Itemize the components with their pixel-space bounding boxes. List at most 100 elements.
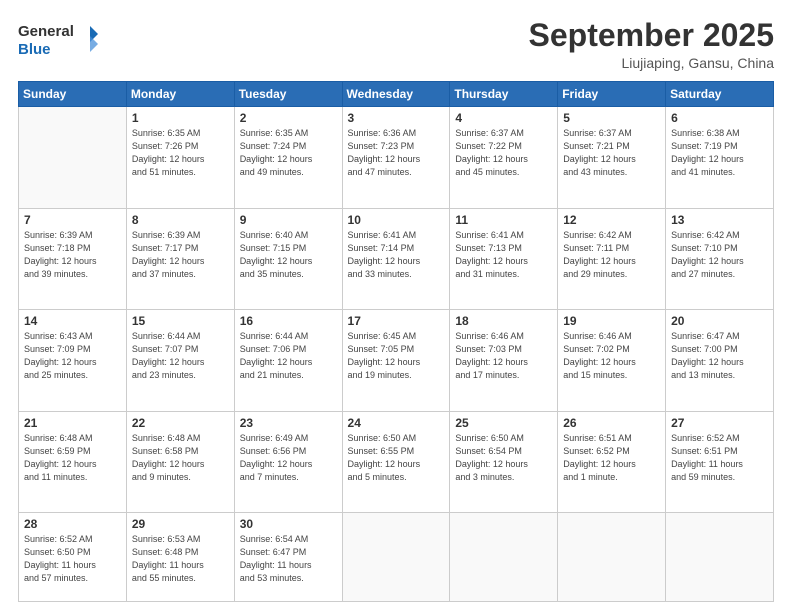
- calendar-cell: 1 Sunrise: 6:35 AMSunset: 7:26 PMDaylight…: [126, 107, 234, 208]
- page: General Blue September 2025 Liujiaping, …: [0, 0, 792, 612]
- day-info: Sunrise: 6:52 AMSunset: 6:51 PMDaylight:…: [671, 432, 768, 484]
- day-number: 6: [671, 111, 768, 125]
- day-number: 30: [240, 517, 337, 531]
- day-info: Sunrise: 6:35 AMSunset: 7:24 PMDaylight:…: [240, 127, 337, 179]
- calendar-cell: 16 Sunrise: 6:44 AMSunset: 7:06 PMDayligh…: [234, 310, 342, 411]
- calendar-day-header: Tuesday: [234, 82, 342, 107]
- day-info: Sunrise: 6:35 AMSunset: 7:26 PMDaylight:…: [132, 127, 229, 179]
- calendar-day-header: Sunday: [19, 82, 127, 107]
- day-info: Sunrise: 6:50 AMSunset: 6:55 PMDaylight:…: [348, 432, 445, 484]
- day-number: 21: [24, 416, 121, 430]
- calendar-cell: [558, 513, 666, 602]
- day-number: 2: [240, 111, 337, 125]
- day-number: 29: [132, 517, 229, 531]
- day-info: Sunrise: 6:42 AMSunset: 7:10 PMDaylight:…: [671, 229, 768, 281]
- svg-text:General: General: [18, 23, 74, 40]
- day-info: Sunrise: 6:41 AMSunset: 7:13 PMDaylight:…: [455, 229, 552, 281]
- calendar-week-row: 14Sunrise: 6:43 AMSunset: 7:09 PMDayligh…: [19, 310, 774, 411]
- calendar-cell: 6 Sunrise: 6:38 AMSunset: 7:19 PMDaylight…: [666, 107, 774, 208]
- day-number: 7: [24, 213, 121, 227]
- month-title: September 2025: [529, 18, 774, 53]
- calendar-week-row: 7 Sunrise: 6:39 AMSunset: 7:18 PMDaylight…: [19, 208, 774, 309]
- calendar-cell: [19, 107, 127, 208]
- calendar-cell: 15 Sunrise: 6:44 AMSunset: 7:07 PMDayligh…: [126, 310, 234, 411]
- day-info: Sunrise: 6:49 AMSunset: 6:56 PMDaylight:…: [240, 432, 337, 484]
- day-number: 26: [563, 416, 660, 430]
- day-info: Sunrise: 6:38 AMSunset: 7:19 PMDaylight:…: [671, 127, 768, 179]
- logo: General Blue: [18, 18, 98, 62]
- calendar-cell: 10 Sunrise: 6:41 AMSunset: 7:14 PMDayligh…: [342, 208, 450, 309]
- day-info: Sunrise: 6:50 AMSunset: 6:54 PMDaylight:…: [455, 432, 552, 484]
- calendar-cell: 27 Sunrise: 6:52 AMSunset: 6:51 PMDayligh…: [666, 411, 774, 512]
- calendar-table: SundayMondayTuesdayWednesdayThursdayFrid…: [18, 81, 774, 602]
- calendar-day-header: Thursday: [450, 82, 558, 107]
- calendar-week-row: 21 Sunrise: 6:48 AMSunset: 6:59 PMDayligh…: [19, 411, 774, 512]
- header: General Blue September 2025 Liujiaping, …: [18, 18, 774, 71]
- day-number: 13: [671, 213, 768, 227]
- day-number: 25: [455, 416, 552, 430]
- calendar-cell: 19Sunrise: 6:46 AMSunset: 7:02 PMDayligh…: [558, 310, 666, 411]
- calendar-week-row: 28Sunrise: 6:52 AMSunset: 6:50 PMDayligh…: [19, 513, 774, 602]
- calendar-cell: 2 Sunrise: 6:35 AMSunset: 7:24 PMDaylight…: [234, 107, 342, 208]
- day-info: Sunrise: 6:48 AMSunset: 6:59 PMDaylight:…: [24, 432, 121, 484]
- day-info: Sunrise: 6:37 AMSunset: 7:21 PMDaylight:…: [563, 127, 660, 179]
- day-info: Sunrise: 6:45 AMSunset: 7:05 PMDaylight:…: [348, 330, 445, 382]
- day-number: 23: [240, 416, 337, 430]
- day-info: Sunrise: 6:52 AMSunset: 6:50 PMDaylight:…: [24, 533, 121, 585]
- calendar-cell: 7 Sunrise: 6:39 AMSunset: 7:18 PMDaylight…: [19, 208, 127, 309]
- day-info: Sunrise: 6:51 AMSunset: 6:52 PMDaylight:…: [563, 432, 660, 484]
- day-info: Sunrise: 6:53 AMSunset: 6:48 PMDaylight:…: [132, 533, 229, 585]
- calendar-cell: 8 Sunrise: 6:39 AMSunset: 7:17 PMDaylight…: [126, 208, 234, 309]
- day-number: 4: [455, 111, 552, 125]
- title-block: September 2025 Liujiaping, Gansu, China: [529, 18, 774, 71]
- calendar-cell: 25 Sunrise: 6:50 AMSunset: 6:54 PMDayligh…: [450, 411, 558, 512]
- day-info: Sunrise: 6:36 AMSunset: 7:23 PMDaylight:…: [348, 127, 445, 179]
- calendar-cell: 20Sunrise: 6:47 AMSunset: 7:00 PMDayligh…: [666, 310, 774, 411]
- day-info: Sunrise: 6:39 AMSunset: 7:18 PMDaylight:…: [24, 229, 121, 281]
- calendar-cell: [666, 513, 774, 602]
- day-info: Sunrise: 6:39 AMSunset: 7:17 PMDaylight:…: [132, 229, 229, 281]
- calendar-cell: 28Sunrise: 6:52 AMSunset: 6:50 PMDayligh…: [19, 513, 127, 602]
- day-number: 8: [132, 213, 229, 227]
- location: Liujiaping, Gansu, China: [529, 55, 774, 71]
- day-number: 1: [132, 111, 229, 125]
- day-number: 14: [24, 314, 121, 328]
- calendar-day-header: Wednesday: [342, 82, 450, 107]
- day-info: Sunrise: 6:42 AMSunset: 7:11 PMDaylight:…: [563, 229, 660, 281]
- day-info: Sunrise: 6:37 AMSunset: 7:22 PMDaylight:…: [455, 127, 552, 179]
- calendar-day-header: Monday: [126, 82, 234, 107]
- day-info: Sunrise: 6:44 AMSunset: 7:06 PMDaylight:…: [240, 330, 337, 382]
- day-info: Sunrise: 6:40 AMSunset: 7:15 PMDaylight:…: [240, 229, 337, 281]
- svg-text:Blue: Blue: [18, 41, 51, 58]
- calendar-cell: 30 Sunrise: 6:54 AMSunset: 6:47 PMDayligh…: [234, 513, 342, 602]
- calendar-cell: 3Sunrise: 6:36 AMSunset: 7:23 PMDaylight…: [342, 107, 450, 208]
- day-number: 27: [671, 416, 768, 430]
- day-info: Sunrise: 6:54 AMSunset: 6:47 PMDaylight:…: [240, 533, 337, 585]
- calendar-cell: 23 Sunrise: 6:49 AMSunset: 6:56 PMDayligh…: [234, 411, 342, 512]
- day-info: Sunrise: 6:41 AMSunset: 7:14 PMDaylight:…: [348, 229, 445, 281]
- day-number: 18: [455, 314, 552, 328]
- calendar-cell: [450, 513, 558, 602]
- calendar-cell: 4 Sunrise: 6:37 AMSunset: 7:22 PMDaylight…: [450, 107, 558, 208]
- day-number: 16: [240, 314, 337, 328]
- day-number: 17: [348, 314, 445, 328]
- day-number: 24: [348, 416, 445, 430]
- calendar-week-row: 1 Sunrise: 6:35 AMSunset: 7:26 PMDaylight…: [19, 107, 774, 208]
- calendar-day-header: Friday: [558, 82, 666, 107]
- calendar-cell: 26 Sunrise: 6:51 AMSunset: 6:52 PMDayligh…: [558, 411, 666, 512]
- calendar-cell: 13 Sunrise: 6:42 AMSunset: 7:10 PMDayligh…: [666, 208, 774, 309]
- day-number: 11: [455, 213, 552, 227]
- calendar-cell: 12 Sunrise: 6:42 AMSunset: 7:11 PMDayligh…: [558, 208, 666, 309]
- day-number: 10: [348, 213, 445, 227]
- day-number: 12: [563, 213, 660, 227]
- calendar-cell: 24 Sunrise: 6:50 AMSunset: 6:55 PMDayligh…: [342, 411, 450, 512]
- day-number: 5: [563, 111, 660, 125]
- calendar-cell: 21 Sunrise: 6:48 AMSunset: 6:59 PMDayligh…: [19, 411, 127, 512]
- day-info: Sunrise: 6:44 AMSunset: 7:07 PMDaylight:…: [132, 330, 229, 382]
- calendar-cell: [342, 513, 450, 602]
- calendar-cell: 5 Sunrise: 6:37 AMSunset: 7:21 PMDaylight…: [558, 107, 666, 208]
- day-number: 15: [132, 314, 229, 328]
- calendar-cell: 9Sunrise: 6:40 AMSunset: 7:15 PMDaylight…: [234, 208, 342, 309]
- calendar-cell: 29 Sunrise: 6:53 AMSunset: 6:48 PMDayligh…: [126, 513, 234, 602]
- calendar-cell: 22Sunrise: 6:48 AMSunset: 6:58 PMDayligh…: [126, 411, 234, 512]
